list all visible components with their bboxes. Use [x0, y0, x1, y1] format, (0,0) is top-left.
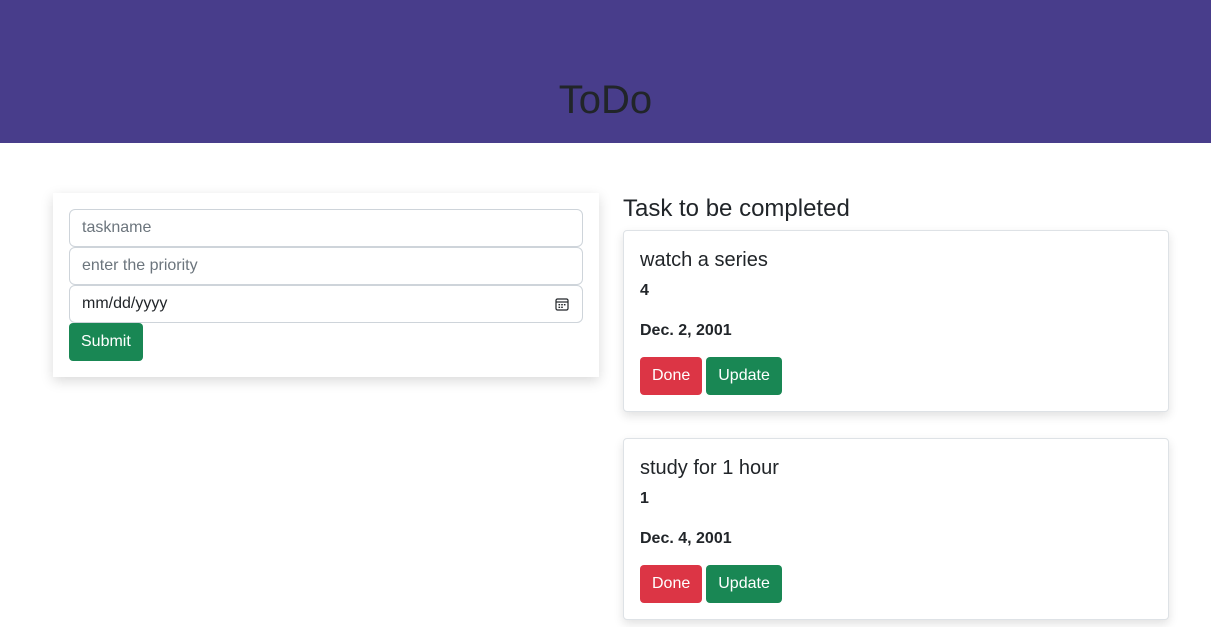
page-title: ToDo [558, 78, 653, 122]
task-card: watch a series 4 Dec. 2, 2001 Done Updat… [623, 230, 1169, 412]
update-button[interactable]: Update [706, 357, 782, 395]
done-button[interactable]: Done [640, 565, 703, 603]
task-date: Dec. 2, 2001 [640, 322, 732, 339]
done-button[interactable]: Done [640, 357, 703, 395]
priority-placeholder: enter the priority [82, 257, 198, 274]
task-name: study for 1 hour [640, 457, 779, 479]
task-name: watch a series [640, 249, 768, 271]
update-button[interactable]: Update [706, 565, 782, 603]
task-priority: 1 [640, 490, 649, 507]
task-actions: Done Update [640, 357, 1152, 395]
taskname-input[interactable]: taskname [69, 209, 583, 247]
submit-button[interactable]: Submit [69, 323, 143, 361]
task-card: study for 1 hour 1 Dec. 4, 2001 Done Upd… [623, 438, 1169, 620]
task-actions: Done Update [640, 565, 1152, 603]
calendar-icon[interactable] [554, 296, 570, 312]
priority-input[interactable]: enter the priority [69, 247, 583, 285]
task-priority: 4 [640, 282, 649, 299]
date-input[interactable]: mm/dd/yyyy [69, 285, 583, 323]
tasks-section-title: Task to be completed [623, 195, 850, 222]
task-form: taskname enter the priority mm/dd/yyyy S… [53, 193, 599, 377]
taskname-placeholder: taskname [82, 219, 152, 236]
app-header: ToDo [0, 0, 1211, 143]
task-date: Dec. 4, 2001 [640, 530, 732, 547]
date-placeholder: mm/dd/yyyy [82, 295, 168, 312]
